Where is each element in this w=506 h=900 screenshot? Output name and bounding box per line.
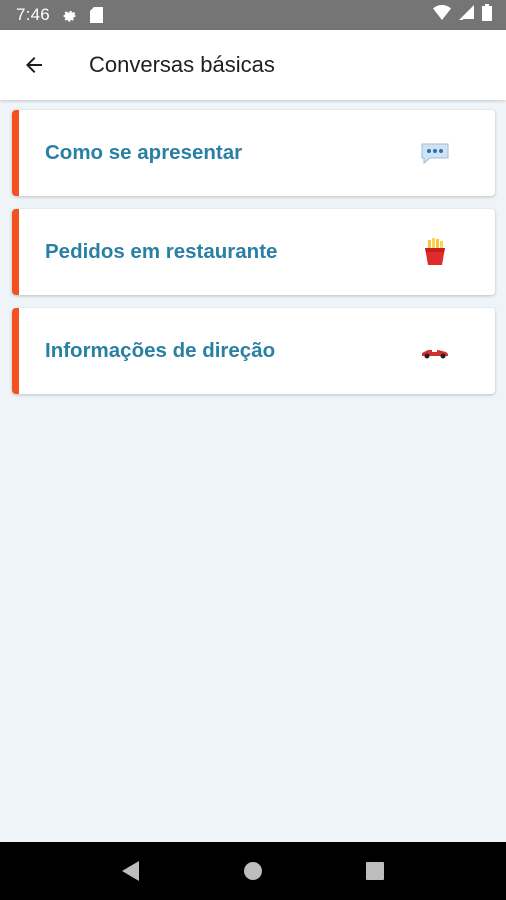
nav-back-button[interactable]	[111, 851, 151, 891]
status-bar: 7:46	[0, 0, 506, 30]
settings-icon	[62, 7, 78, 23]
topic-card-informacoes-de-direcao[interactable]: Informações de direção	[12, 308, 495, 394]
topic-card-pedidos-em-restaurante[interactable]: Pedidos em restaurante	[12, 209, 495, 295]
speech-bubble-icon	[419, 137, 451, 169]
page-title: Conversas básicas	[89, 52, 275, 77]
topic-list: Como se apresentar Pedidos em restaurant…	[12, 110, 495, 407]
back-button[interactable]	[10, 41, 58, 89]
arrow-left-icon	[26, 57, 42, 73]
battery-icon	[482, 4, 492, 26]
french-fries-icon	[419, 236, 451, 268]
topic-label: Informações de direção	[45, 339, 276, 362]
status-time: 7:46	[16, 5, 50, 24]
sd-card-icon	[89, 7, 103, 23]
recents-square-icon	[366, 862, 384, 880]
topic-label: Pedidos em restaurante	[45, 240, 278, 263]
back-triangle-icon	[122, 861, 139, 881]
app-bar: Conversas básicas	[0, 30, 506, 100]
signal-icon	[459, 5, 474, 25]
topic-label: Como se apresentar	[45, 141, 243, 164]
nav-home-button[interactable]	[233, 851, 273, 891]
nav-recents-button[interactable]	[355, 851, 395, 891]
race-car-icon	[419, 335, 451, 367]
home-circle-icon	[244, 862, 262, 880]
topic-card-como-se-apresentar[interactable]: Como se apresentar	[12, 110, 495, 196]
wifi-icon	[433, 5, 451, 25]
system-nav-bar	[0, 842, 506, 900]
